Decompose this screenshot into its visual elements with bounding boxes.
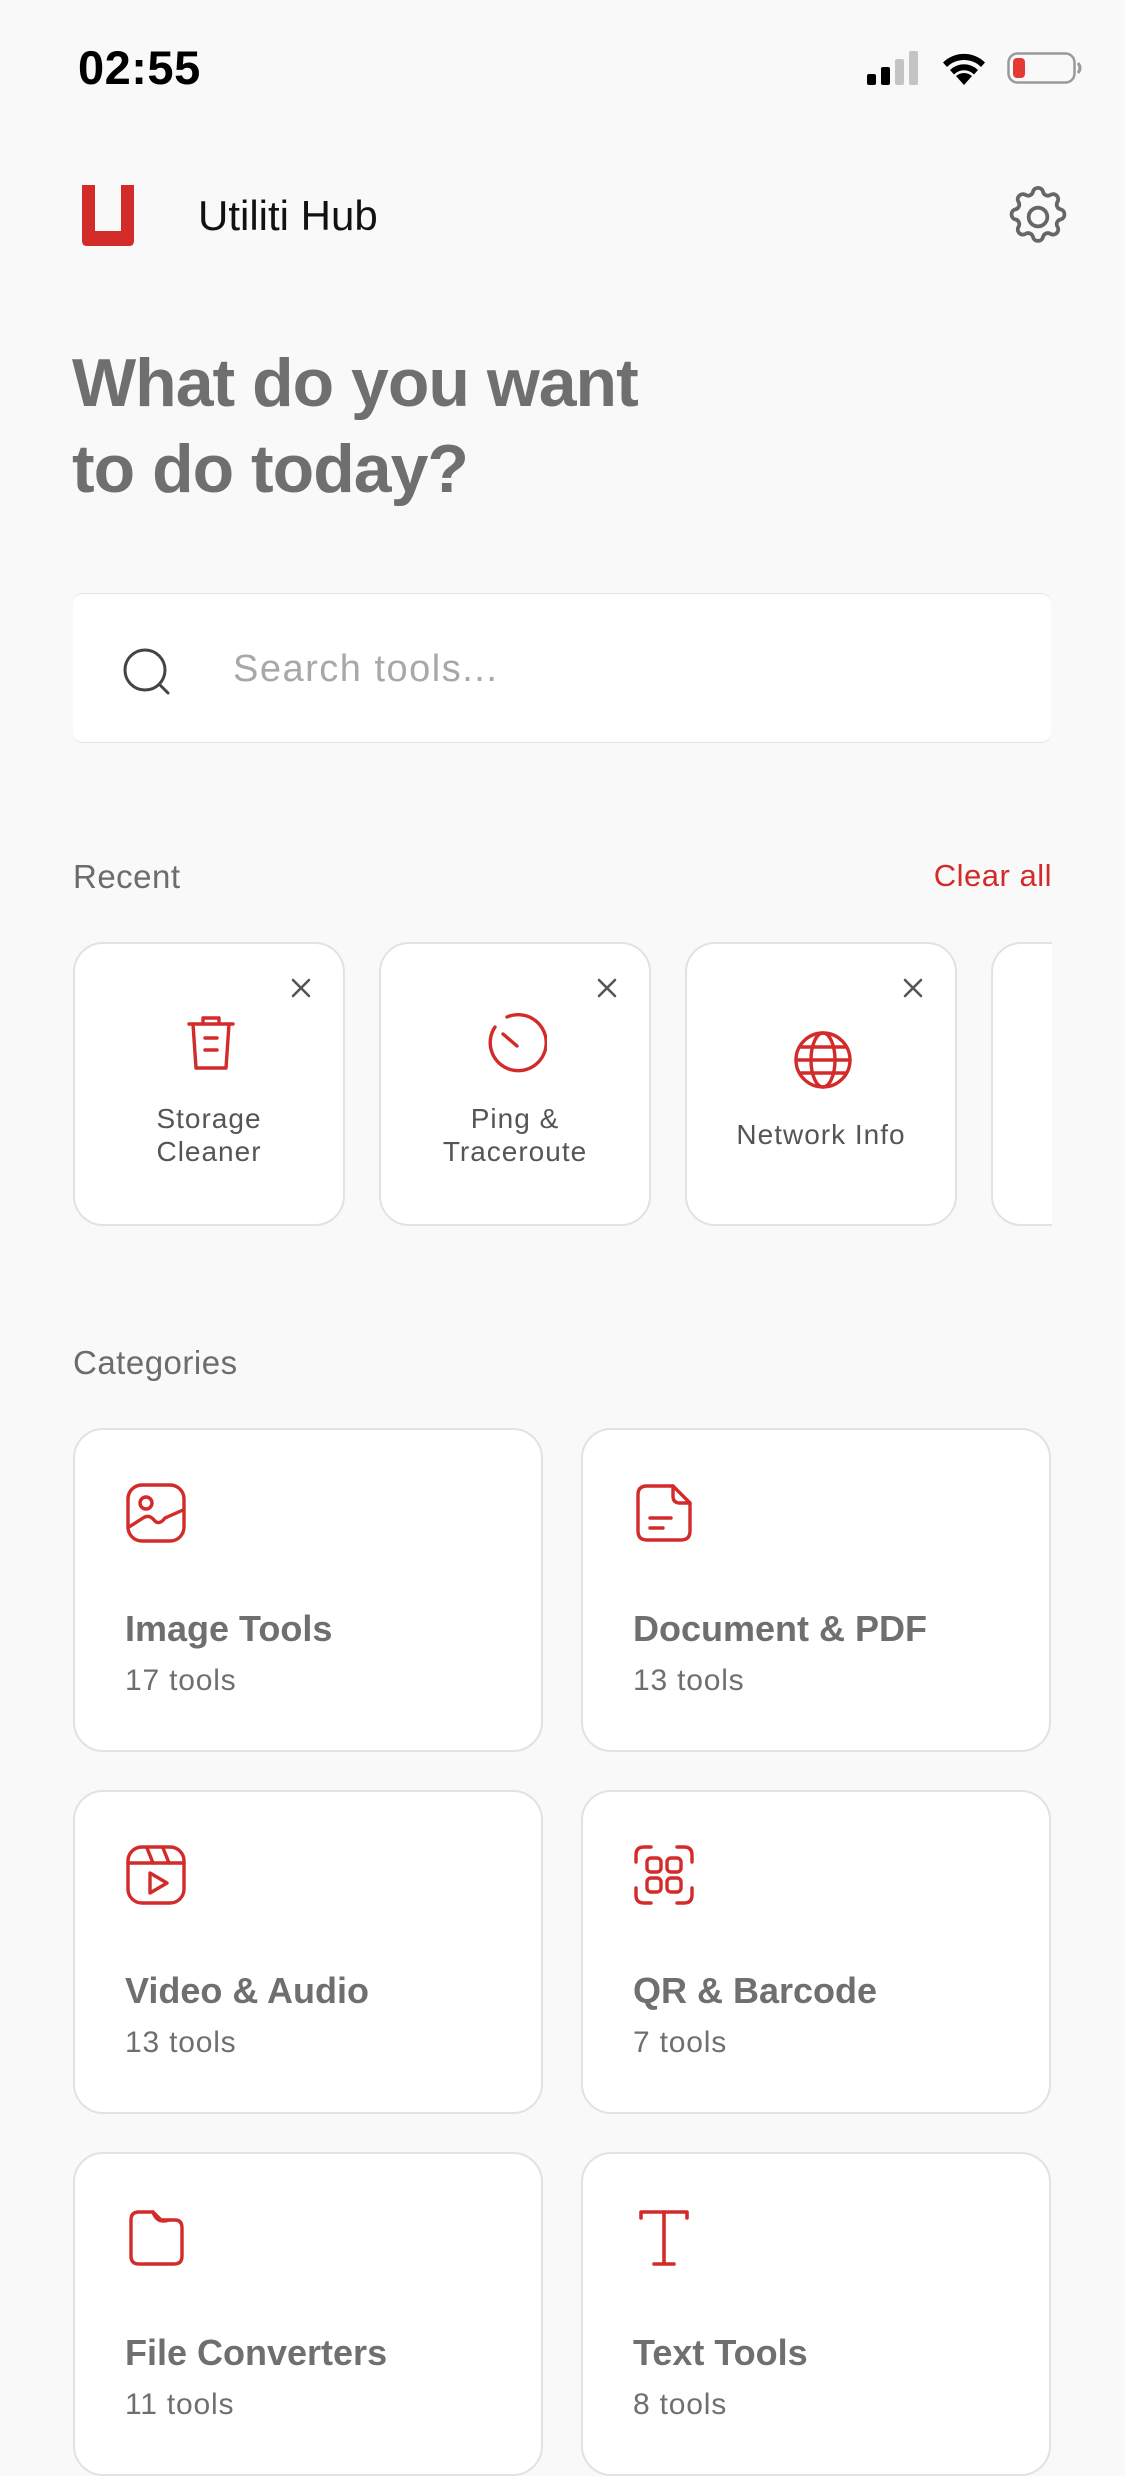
globe-icon [794, 1031, 852, 1089]
status-icons [865, 50, 1083, 86]
recent-item-label: Ping & Traceroute [442, 1103, 588, 1167]
recent-section-label: Recent [73, 858, 181, 895]
recent-item-network-info[interactable]: Network Info [685, 942, 957, 1226]
category-name: Text Tools [633, 2332, 808, 2373]
text-icon [639, 2210, 689, 2266]
trash-icon [187, 1016, 235, 1070]
close-icon[interactable] [587, 968, 627, 1008]
battery-low-icon [1007, 52, 1082, 84]
search-icon [123, 648, 170, 695]
page-title-line-2: to do today? [72, 431, 469, 507]
category-name: Video & Audio [125, 1970, 370, 2011]
recent-item-partial[interactable] [991, 942, 1052, 1226]
search-bar[interactable] [73, 594, 1051, 742]
category-count: 17 tools [125, 1664, 237, 1697]
page-title: What do you want to do today? [72, 340, 772, 512]
category-document-pdf[interactable]: Document & PDF 13 tools [581, 1428, 1051, 1752]
category-image-tools[interactable]: Image Tools 17 tools [73, 1428, 543, 1752]
recent-item-label: Storage Cleaner [156, 1103, 262, 1167]
app-title: Utiliti Hub [198, 192, 378, 239]
recent-item-storage-cleaner[interactable]: Storage Cleaner [73, 942, 345, 1226]
clear-all-button[interactable]: Clear all [934, 858, 1052, 894]
app-header: Utiliti Hub [0, 160, 1125, 280]
close-icon[interactable] [281, 968, 321, 1008]
settings-button[interactable] [1003, 182, 1073, 252]
cellular-signal-icon [867, 51, 918, 85]
folder-icon [129, 2210, 184, 2266]
category-name: Document & PDF [633, 1608, 928, 1649]
category-file-converters[interactable]: File Converters 11 tools [73, 2152, 543, 2476]
category-count: 13 tools [125, 2026, 237, 2059]
recent-list: Storage Cleaner Ping & Traceroute Networ… [73, 942, 1052, 1230]
qr-scan-icon [634, 1845, 694, 1905]
video-icon [126, 1845, 186, 1905]
category-text-tools[interactable]: Text Tools 8 tools [581, 2152, 1051, 2476]
app-logo [82, 185, 134, 246]
recent-item-ping-traceroute[interactable]: Ping & Traceroute [379, 942, 651, 1226]
image-icon [126, 1483, 186, 1543]
categories-section-label: Categories [73, 1344, 238, 1381]
search-input[interactable] [231, 634, 1015, 704]
page-title-line-1: What do you want [72, 345, 639, 421]
status-time: 02:55 [78, 41, 201, 94]
close-icon[interactable] [893, 968, 933, 1008]
category-name: Image Tools [125, 1608, 333, 1649]
category-qr-barcode[interactable]: QR & Barcode 7 tools [581, 1790, 1051, 2114]
gear-icon [1009, 186, 1067, 243]
status-bar: 02:55 [0, 0, 1125, 140]
category-name: File Converters [125, 2332, 388, 2373]
category-name: QR & Barcode [633, 1970, 878, 2011]
category-video-audio[interactable]: Video & Audio 13 tools [73, 1790, 543, 2114]
recent-item-label: Network Info [736, 1119, 906, 1150]
category-count: 7 tools [633, 2026, 727, 2059]
wifi-icon [943, 53, 985, 85]
category-count: 8 tools [633, 2388, 727, 2421]
document-icon [636, 1484, 692, 1542]
category-count: 11 tools [125, 2388, 235, 2421]
speedometer-icon [488, 1012, 547, 1073]
category-count: 13 tools [633, 1664, 745, 1697]
